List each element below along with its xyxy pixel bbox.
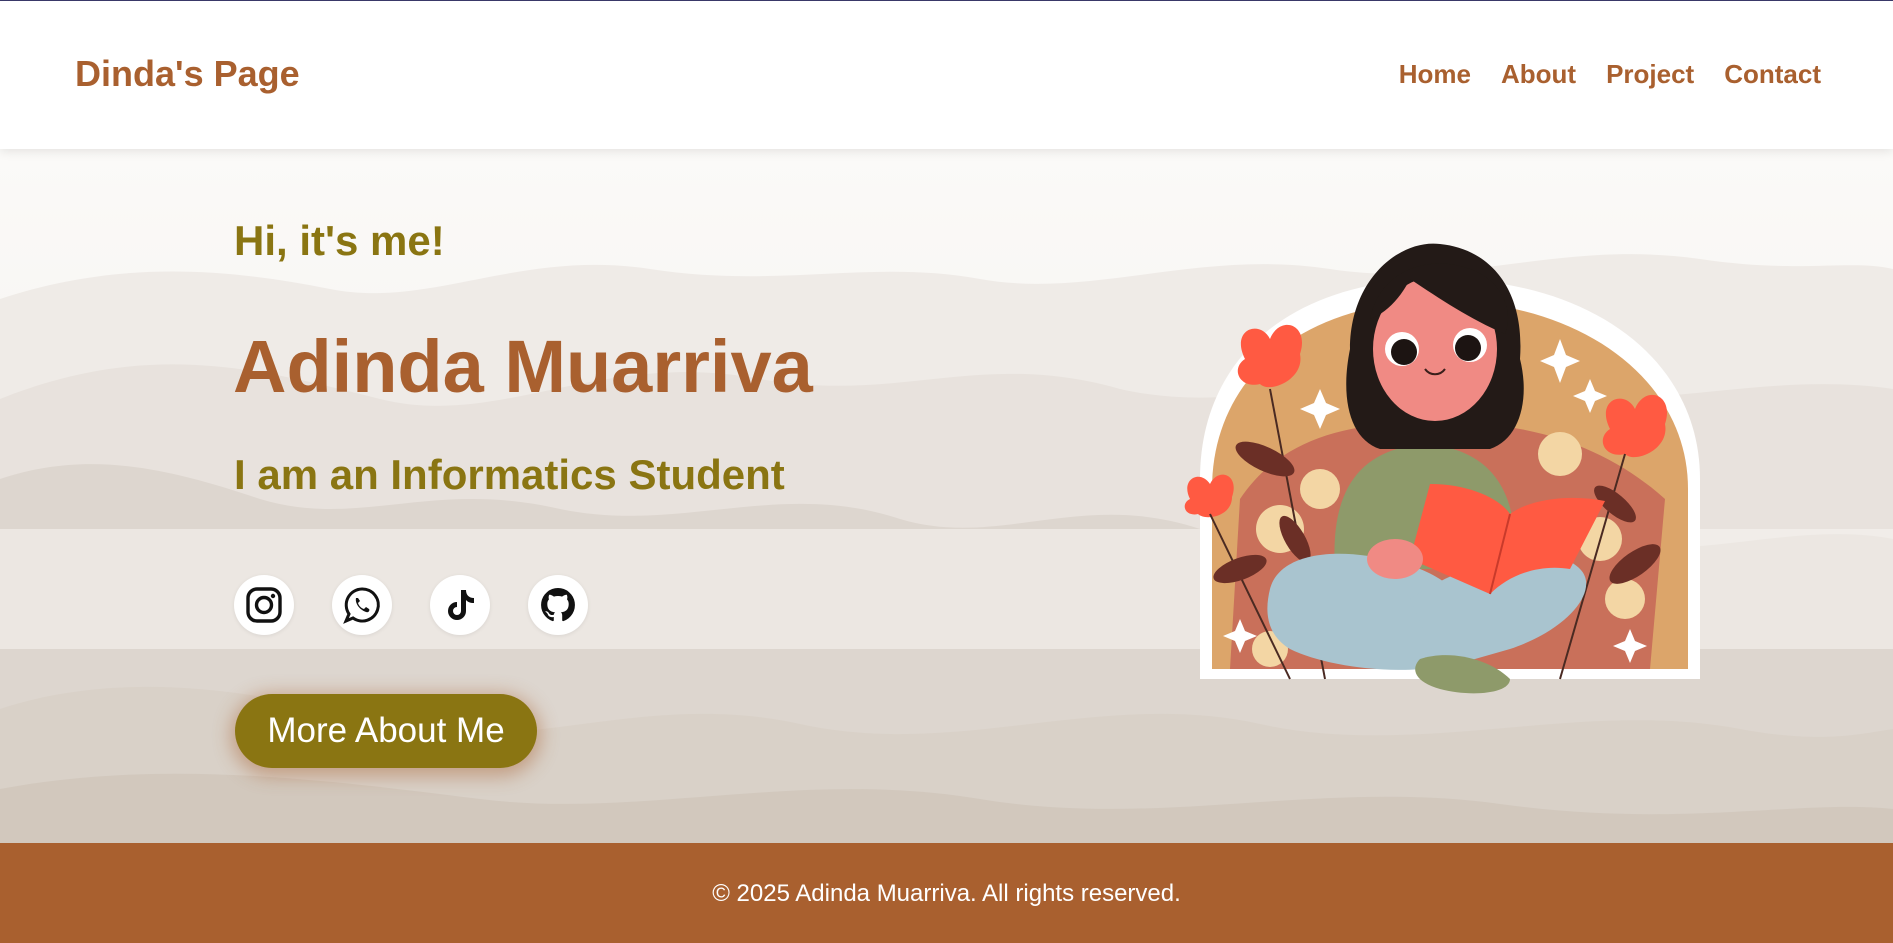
main-nav: Home About Project Contact — [1399, 59, 1821, 90]
tiktok-icon — [448, 590, 474, 620]
site-logo[interactable]: Dinda's Page — [75, 53, 300, 95]
hero-name: Adinda Muarriva — [233, 325, 813, 408]
nav-about-link[interactable]: About — [1501, 59, 1576, 90]
instagram-link[interactable] — [234, 575, 294, 635]
copyright-text: © 2025 Adinda Muarriva. All rights reser… — [712, 879, 1181, 907]
instagram-icon — [246, 587, 282, 623]
nav-project-link[interactable]: Project — [1606, 59, 1694, 90]
hero-section: Hi, it's me! Adinda Muarriva I am an Inf… — [0, 149, 1893, 843]
more-about-me-button[interactable]: More About Me — [235, 694, 537, 768]
github-link[interactable] — [528, 575, 588, 635]
hero-role: I am an Informatics Student — [234, 451, 785, 498]
nav-contact-link[interactable]: Contact — [1724, 59, 1821, 90]
site-footer: © 2025 Adinda Muarriva. All rights reser… — [0, 843, 1893, 943]
whatsapp-icon — [343, 587, 380, 624]
whatsapp-link[interactable] — [332, 575, 392, 635]
reading-girl-illustration — [1184, 243, 1700, 694]
nav-home-link[interactable]: Home — [1399, 59, 1471, 90]
social-links — [234, 575, 588, 635]
hero-greeting: Hi, it's me! — [234, 217, 445, 264]
site-header: Dinda's Page Home About Project Contact — [0, 1, 1893, 149]
tiktok-link[interactable] — [430, 575, 490, 635]
github-icon — [541, 588, 575, 622]
